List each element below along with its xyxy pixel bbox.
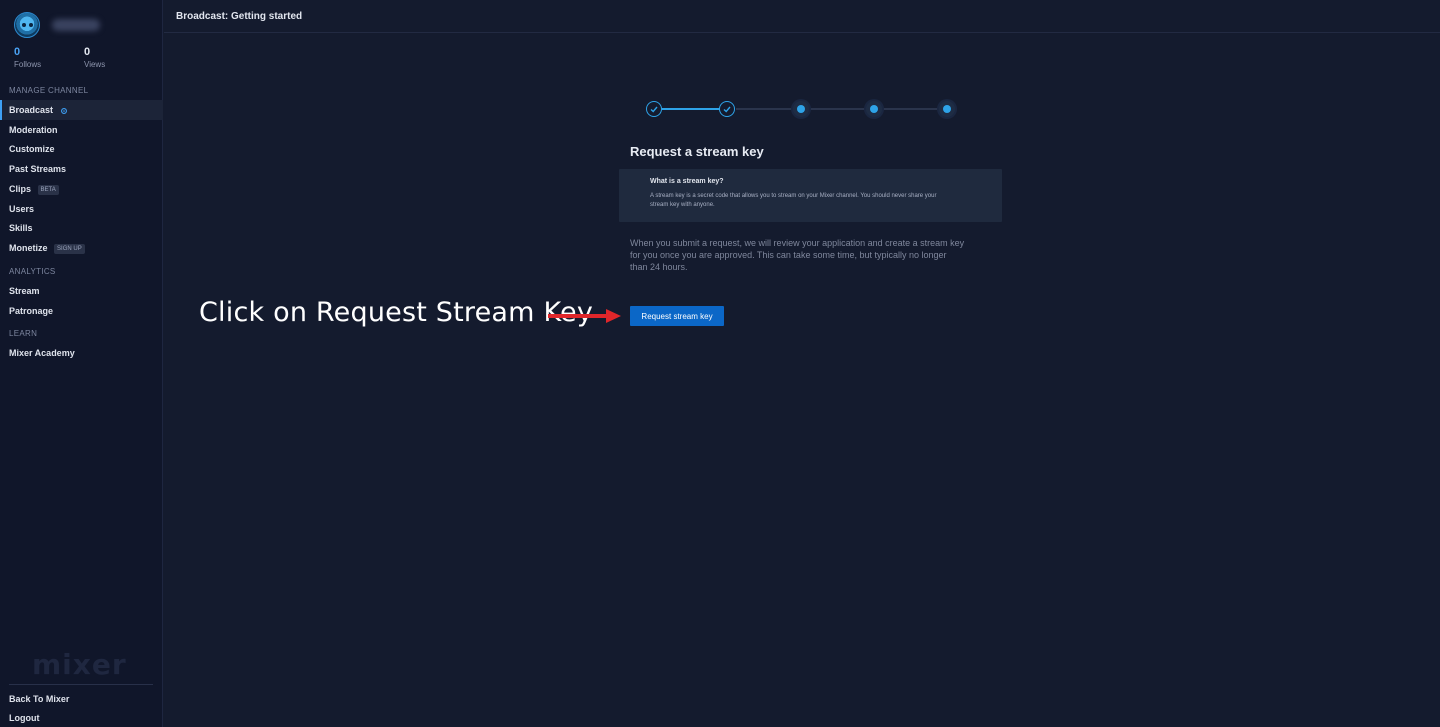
topbar: Broadcast: Getting started [164,0,1440,33]
checkmark-icon [650,106,658,113]
followers-label: Follows [14,60,42,69]
followers-stat: 0 Follows [14,46,41,69]
sidebar-item-label: Stream [9,286,40,296]
section-label-learn: Learn [9,329,38,338]
views-count: 0 [84,46,91,58]
sidebar-item-customize[interactable]: Customize [0,139,163,159]
sidebar-item-past-streams[interactable]: Past Streams [0,159,163,179]
views-label: Views [84,60,106,69]
sidebar-item-label: Customize [9,144,55,154]
sign-up-badge: SIGN UP [54,243,85,254]
sidebar-item-stream[interactable]: Stream [0,281,163,301]
section-label-analytics: Analytics [9,267,56,276]
beta-badge: BETA [37,184,59,195]
sidebar-item-label: Clips [9,184,32,194]
sidebar-item-back-to-mixer[interactable]: Back To Mixer [0,689,163,709]
request-stream-key-button[interactable]: Request stream key [630,306,724,326]
sidebar-item-label: Moderation [9,125,58,135]
sidebar-item-label: Skills [9,223,33,233]
username[interactable]: username [52,19,100,31]
sidebar-item-label: Past Streams [9,164,67,174]
sidebar-item-label: Users [9,204,35,214]
gear-icon [60,107,67,114]
profile-panel: username 0 Follows 0 Views [14,12,154,72]
step-4-pending [866,101,882,117]
page-title: Broadcast: Getting started [176,11,303,22]
step-5-pending [939,101,955,117]
section-heading: Request a stream key [630,144,764,159]
sidebar-item-skills[interactable]: Skills [0,218,163,238]
sidebar-item-label: Back To Mixer [9,694,70,704]
followers-count: 0 [14,46,21,58]
step-3-pending [793,101,809,117]
sidebar-item-moderation[interactable]: Moderation [0,120,163,140]
sidebar-item-label: Patronage [9,306,54,316]
annotation-text: Click on Request Stream Key [199,297,594,328]
avatar[interactable] [14,12,40,38]
section-label-manage-channel: Manage Channel [9,86,89,95]
sidebar-item-clips[interactable]: Clips BETA [0,179,163,199]
sidebar-item-label: Monetize [9,243,48,253]
sidebar-item-mixer-academy[interactable]: Mixer Academy [0,343,163,363]
stepper-connector-complete [662,108,720,110]
step-2-complete [719,101,735,117]
mixer-logo: mixer [32,648,127,681]
sidebar-item-logout[interactable]: Logout [0,708,163,727]
stepper-connector-pending [736,108,956,110]
sidebar-item-users[interactable]: Users [0,199,163,219]
checkmark-icon [723,106,731,113]
info-answer: A stream key is a secret code that allow… [650,193,937,208]
sidebar-item-monetize[interactable]: Monetize SIGN UP [0,238,163,258]
sidebar-item-label: Broadcast [9,105,54,115]
sidebar: username 0 Follows 0 Views Manage Channe… [0,0,163,727]
sidebar-item-label: Logout [9,713,40,723]
views-stat: 0 Views [84,46,105,69]
sidebar-item-broadcast[interactable]: Broadcast [0,100,163,120]
sidebar-item-label: Mixer Academy [9,348,75,358]
step-1-complete [646,101,662,117]
request-description: When you submit a request, we will revie… [630,238,965,272]
progress-stepper [646,99,958,119]
arrow-right-icon [548,309,621,323]
info-box: What is a stream key? A stream key is a … [619,169,1002,222]
sidebar-divider [9,684,153,685]
sidebar-item-patronage[interactable]: Patronage [0,301,163,321]
info-question: What is a stream key? [650,178,724,185]
